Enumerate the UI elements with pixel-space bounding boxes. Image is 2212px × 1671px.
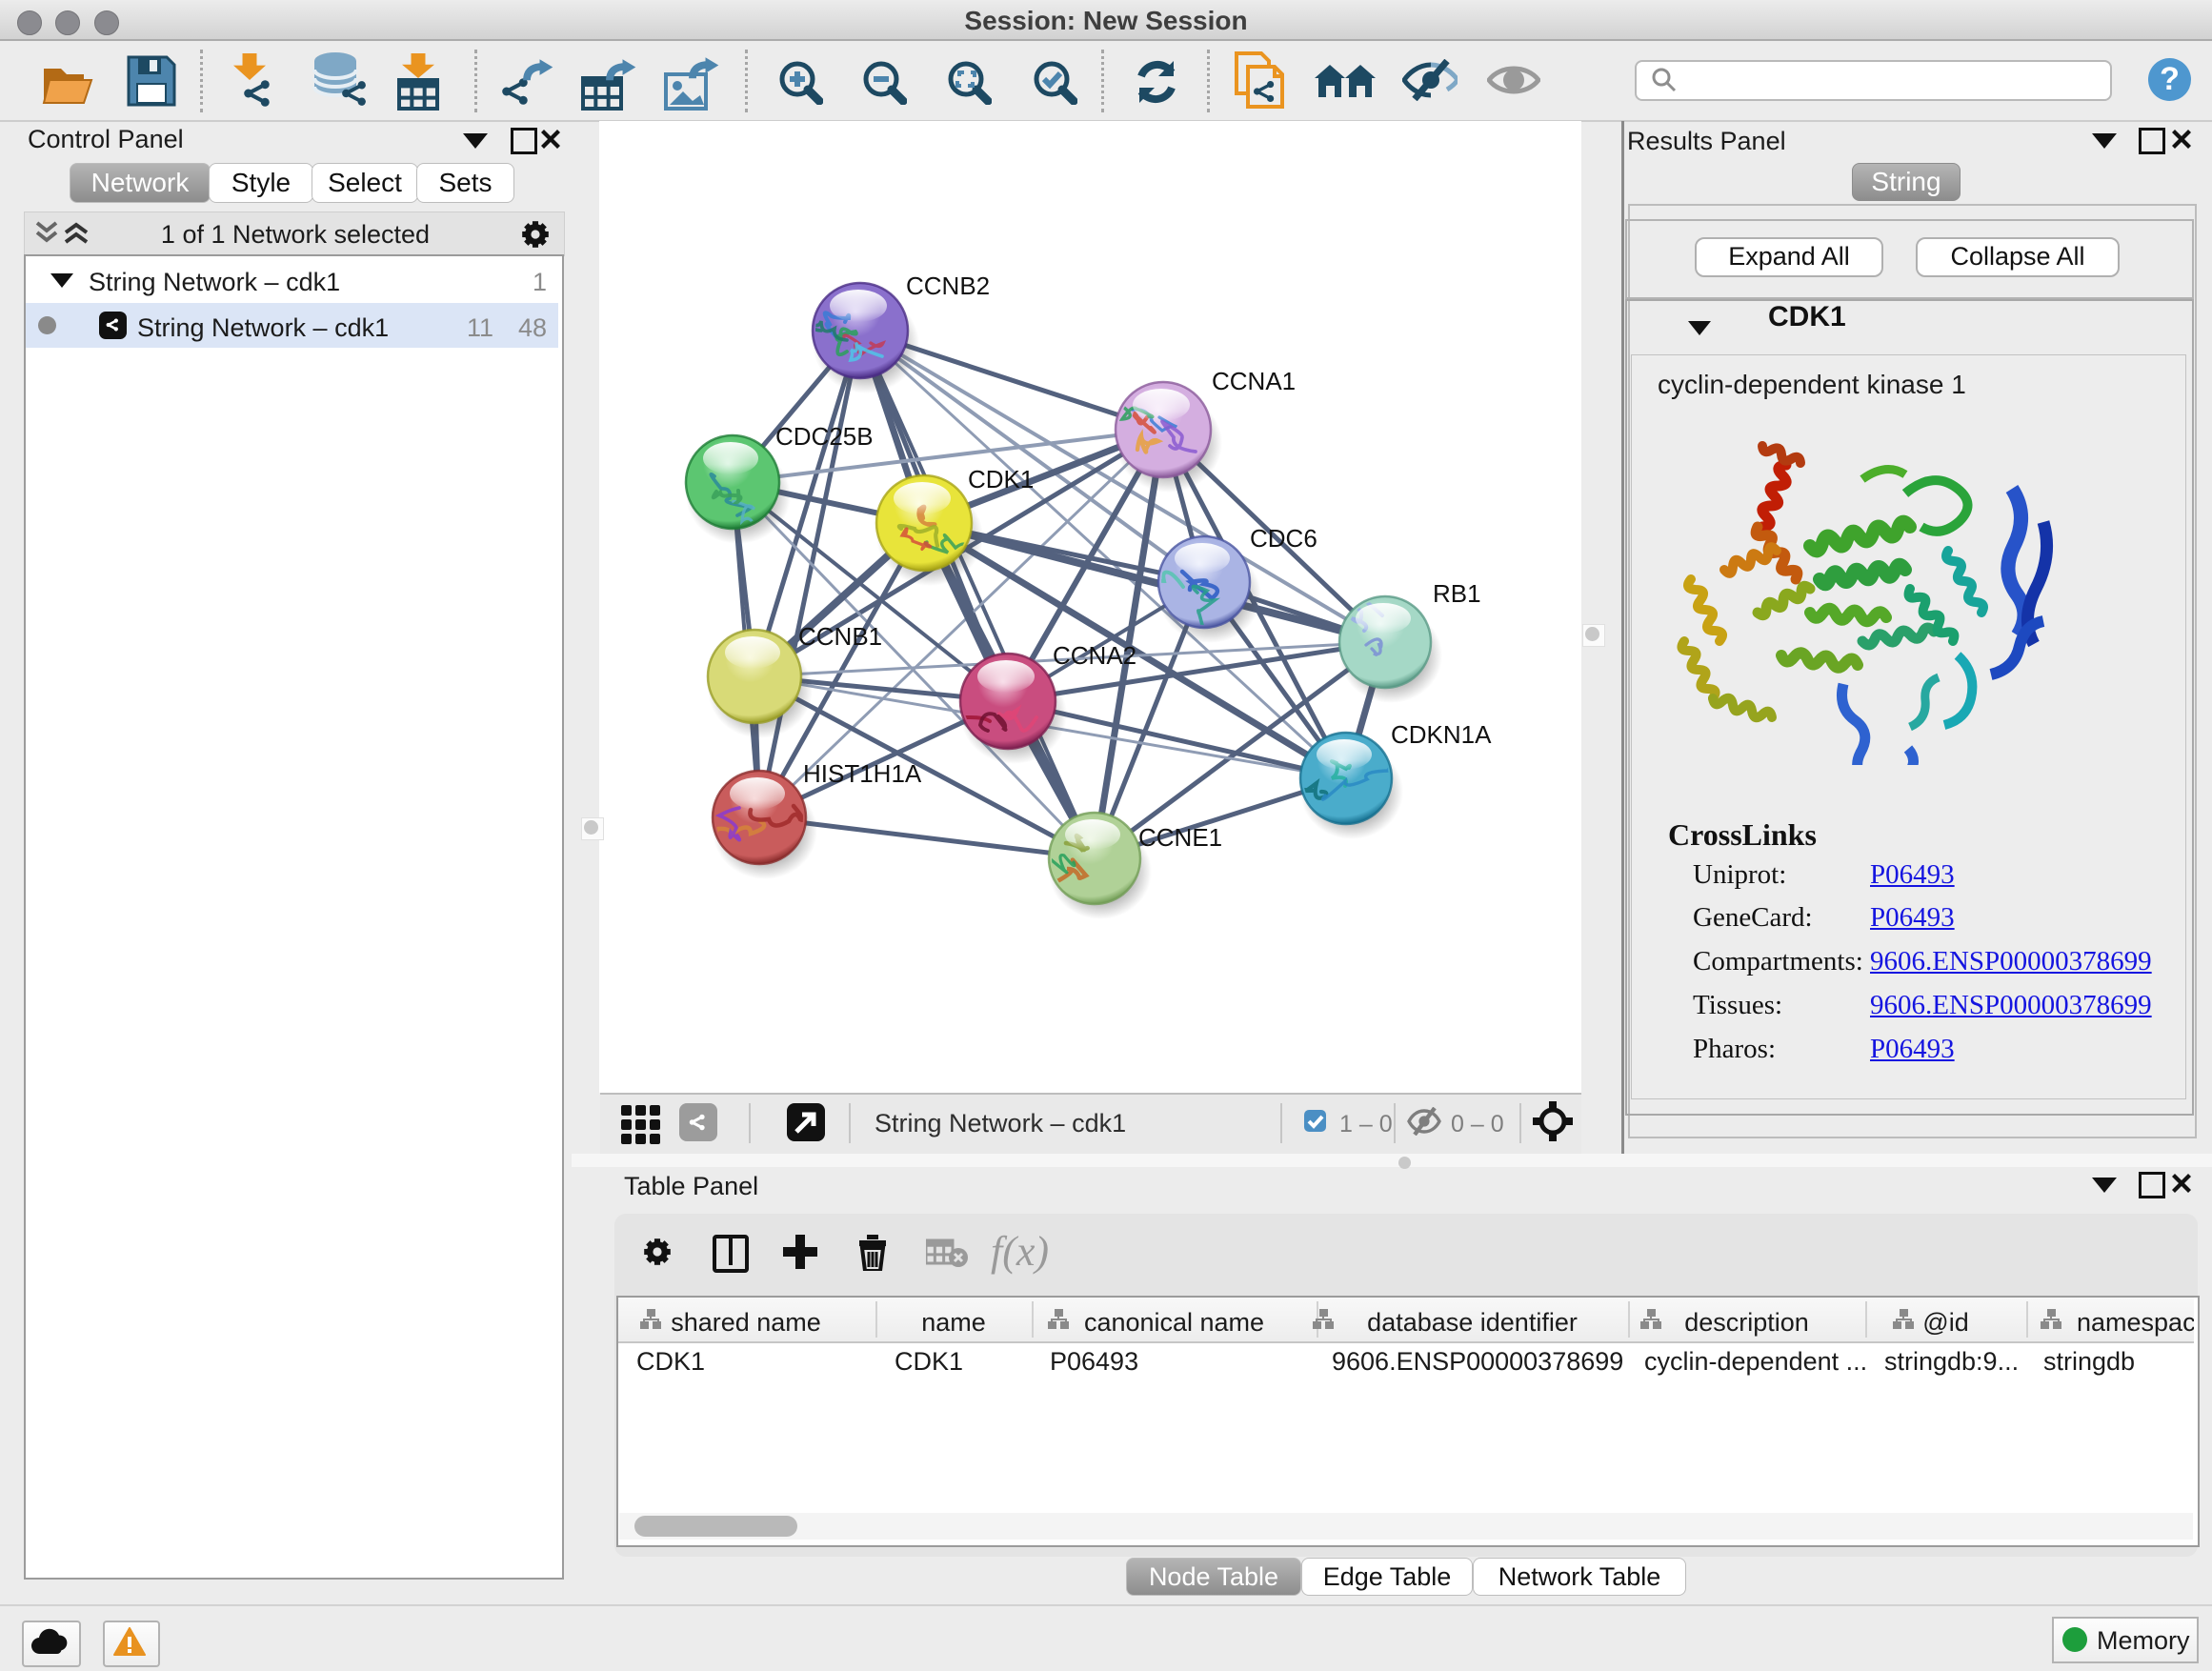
svg-text:CCNB2: CCNB2	[906, 272, 990, 300]
svg-text:CDC25B: CDC25B	[775, 422, 874, 451]
svg-text:CDKN1A: CDKN1A	[1391, 720, 1492, 749]
svg-text:CCNA2: CCNA2	[1053, 641, 1136, 670]
svg-text:CCNE1: CCNE1	[1138, 823, 1222, 852]
svg-text:CDC6: CDC6	[1250, 524, 1317, 553]
svg-text:RB1: RB1	[1433, 579, 1481, 608]
svg-text:HIST1H1A: HIST1H1A	[803, 759, 922, 788]
svg-text:CCNA1: CCNA1	[1212, 367, 1296, 395]
svg-text:CCNB1: CCNB1	[798, 622, 882, 651]
svg-text:CDK1: CDK1	[968, 465, 1034, 493]
